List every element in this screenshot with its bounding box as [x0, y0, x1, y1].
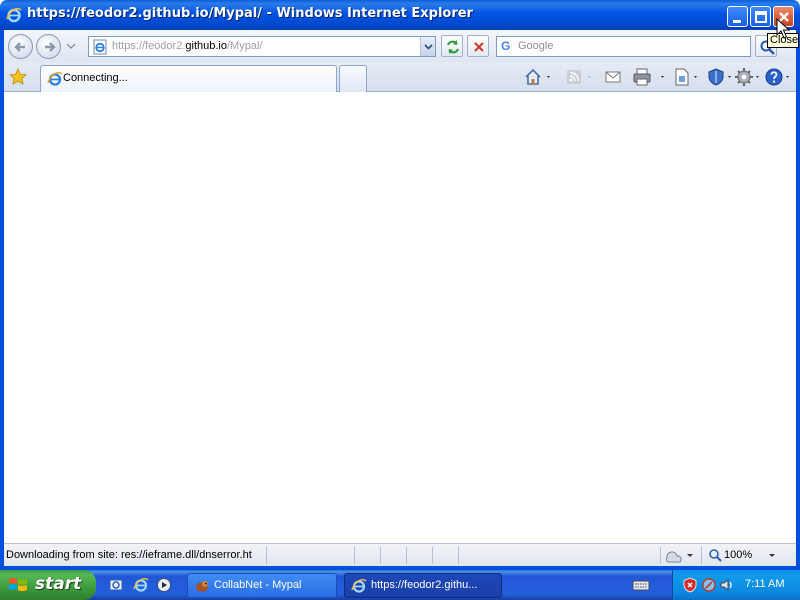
status-divider — [432, 547, 433, 564]
status-divider — [406, 547, 407, 564]
back-arrow-icon — [14, 42, 25, 52]
maximize-button[interactable] — [750, 6, 771, 27]
print-icon — [633, 68, 664, 86]
keyboard-icon[interactable] — [632, 577, 650, 593]
status-divider — [266, 547, 267, 564]
tab-bar: Connecting... — [4, 62, 796, 92]
address-bar[interactable]: https://feodor2.github.io/Mypal/ — [88, 36, 436, 57]
system-tray: 7:11 AM — [672, 570, 800, 600]
page-menu-button[interactable] — [672, 67, 702, 87]
stop-icon — [474, 42, 484, 52]
home-icon — [525, 68, 550, 85]
status-text: Downloading from site: res://ieframe.dll… — [6, 549, 252, 561]
home-button[interactable] — [523, 67, 553, 87]
start-label: start — [35, 574, 82, 594]
tab-connecting[interactable]: Connecting... — [40, 65, 337, 92]
mail-icon — [605, 71, 621, 83]
address-dropdown-button[interactable] — [420, 37, 435, 56]
page-content[interactable] — [4, 92, 796, 543]
protected-mode-icon[interactable] — [665, 548, 683, 564]
shield-icon — [708, 68, 731, 86]
ie-icon[interactable] — [133, 577, 149, 593]
status-divider — [660, 547, 661, 564]
tab-label: Connecting... — [63, 72, 128, 84]
ie-page-icon — [93, 39, 107, 55]
stop-button[interactable] — [467, 35, 489, 57]
maximize-icon — [755, 11, 767, 23]
chevron-down-icon[interactable] — [66, 41, 76, 51]
mypal-icon — [196, 581, 208, 592]
print-button[interactable] — [631, 67, 669, 87]
new-tab-button[interactable] — [339, 65, 367, 92]
search-input[interactable]: G Google — [496, 36, 751, 57]
feeds-button[interactable] — [564, 67, 594, 87]
windows-logo-icon — [9, 578, 27, 591]
taskbar: start CollabNet - Mypal https://feodor2.… — [0, 570, 800, 600]
taskbar-button-label: CollabNet - Mypal — [214, 579, 302, 591]
forward-button[interactable] — [36, 34, 61, 59]
volume-icon[interactable] — [719, 577, 735, 593]
browser-chrome: https://feodor2.github.io/Mypal/ G Googl… — [4, 30, 796, 566]
safety-menu-button[interactable] — [706, 67, 736, 87]
help-icon — [765, 68, 789, 86]
minimize-icon — [733, 20, 741, 23]
navigation-bar: https://feodor2.github.io/Mypal/ G Googl… — [4, 30, 796, 62]
status-divider — [380, 547, 381, 564]
network-icon[interactable] — [701, 577, 717, 593]
security-alert-icon[interactable] — [682, 577, 698, 593]
ie-icon — [47, 72, 63, 86]
taskbar-button-label: https://feodor2.githu... — [371, 579, 478, 591]
mouse-cursor-icon — [776, 18, 790, 39]
status-divider — [354, 547, 355, 564]
window-frame: https://feodor2.github.io/Mypal/ G Googl… — [0, 30, 800, 570]
refresh-icon — [447, 40, 459, 54]
minimize-button[interactable] — [727, 6, 748, 27]
chevron-down-icon[interactable] — [768, 553, 776, 559]
forward-arrow-icon — [45, 42, 56, 52]
status-divider — [458, 547, 459, 564]
zoom-level[interactable]: 100% — [724, 549, 752, 561]
search-placeholder: Google — [518, 40, 554, 52]
start-button[interactable]: start — [0, 570, 96, 600]
help-menu-button[interactable] — [764, 67, 794, 87]
star-icon[interactable] — [8, 67, 28, 87]
refresh-button[interactable] — [441, 35, 463, 57]
taskbar-button-ie[interactable]: https://feodor2.githu... — [344, 573, 502, 598]
window-title: https://feodor2.github.io/Mypal/ - Windo… — [27, 6, 473, 21]
zoom-icon — [709, 549, 722, 562]
google-icon: G — [501, 39, 511, 53]
media-player-icon[interactable] — [156, 577, 172, 593]
ie-icon — [6, 7, 22, 23]
chevron-down-icon[interactable] — [686, 553, 694, 559]
taskbar-button-collabnet[interactable]: CollabNet - Mypal — [187, 573, 337, 598]
taskbar-clock[interactable]: 7:11 AM — [745, 578, 785, 590]
rss-icon — [567, 70, 591, 84]
url-host: github.io — [185, 40, 227, 52]
chevron-down-icon — [424, 44, 433, 50]
url-path: /Mypal/ — [226, 40, 263, 52]
url-prefix: https://feodor2. — [112, 40, 186, 52]
page-icon — [675, 68, 697, 86]
ie-icon — [351, 579, 367, 593]
window-titlebar[interactable]: https://feodor2.github.io/Mypal/ - Windo… — [0, 0, 800, 30]
tools-menu-button[interactable] — [734, 67, 764, 87]
back-button[interactable] — [8, 34, 33, 59]
address-url[interactable]: https://feodor2.github.io/Mypal/ — [112, 40, 262, 52]
outlook-express-icon[interactable] — [108, 577, 124, 593]
read-mail-button[interactable] — [603, 67, 627, 87]
status-bar: Downloading from site: res://ieframe.dll… — [4, 543, 796, 566]
gear-icon — [735, 68, 759, 86]
status-divider — [701, 547, 702, 564]
